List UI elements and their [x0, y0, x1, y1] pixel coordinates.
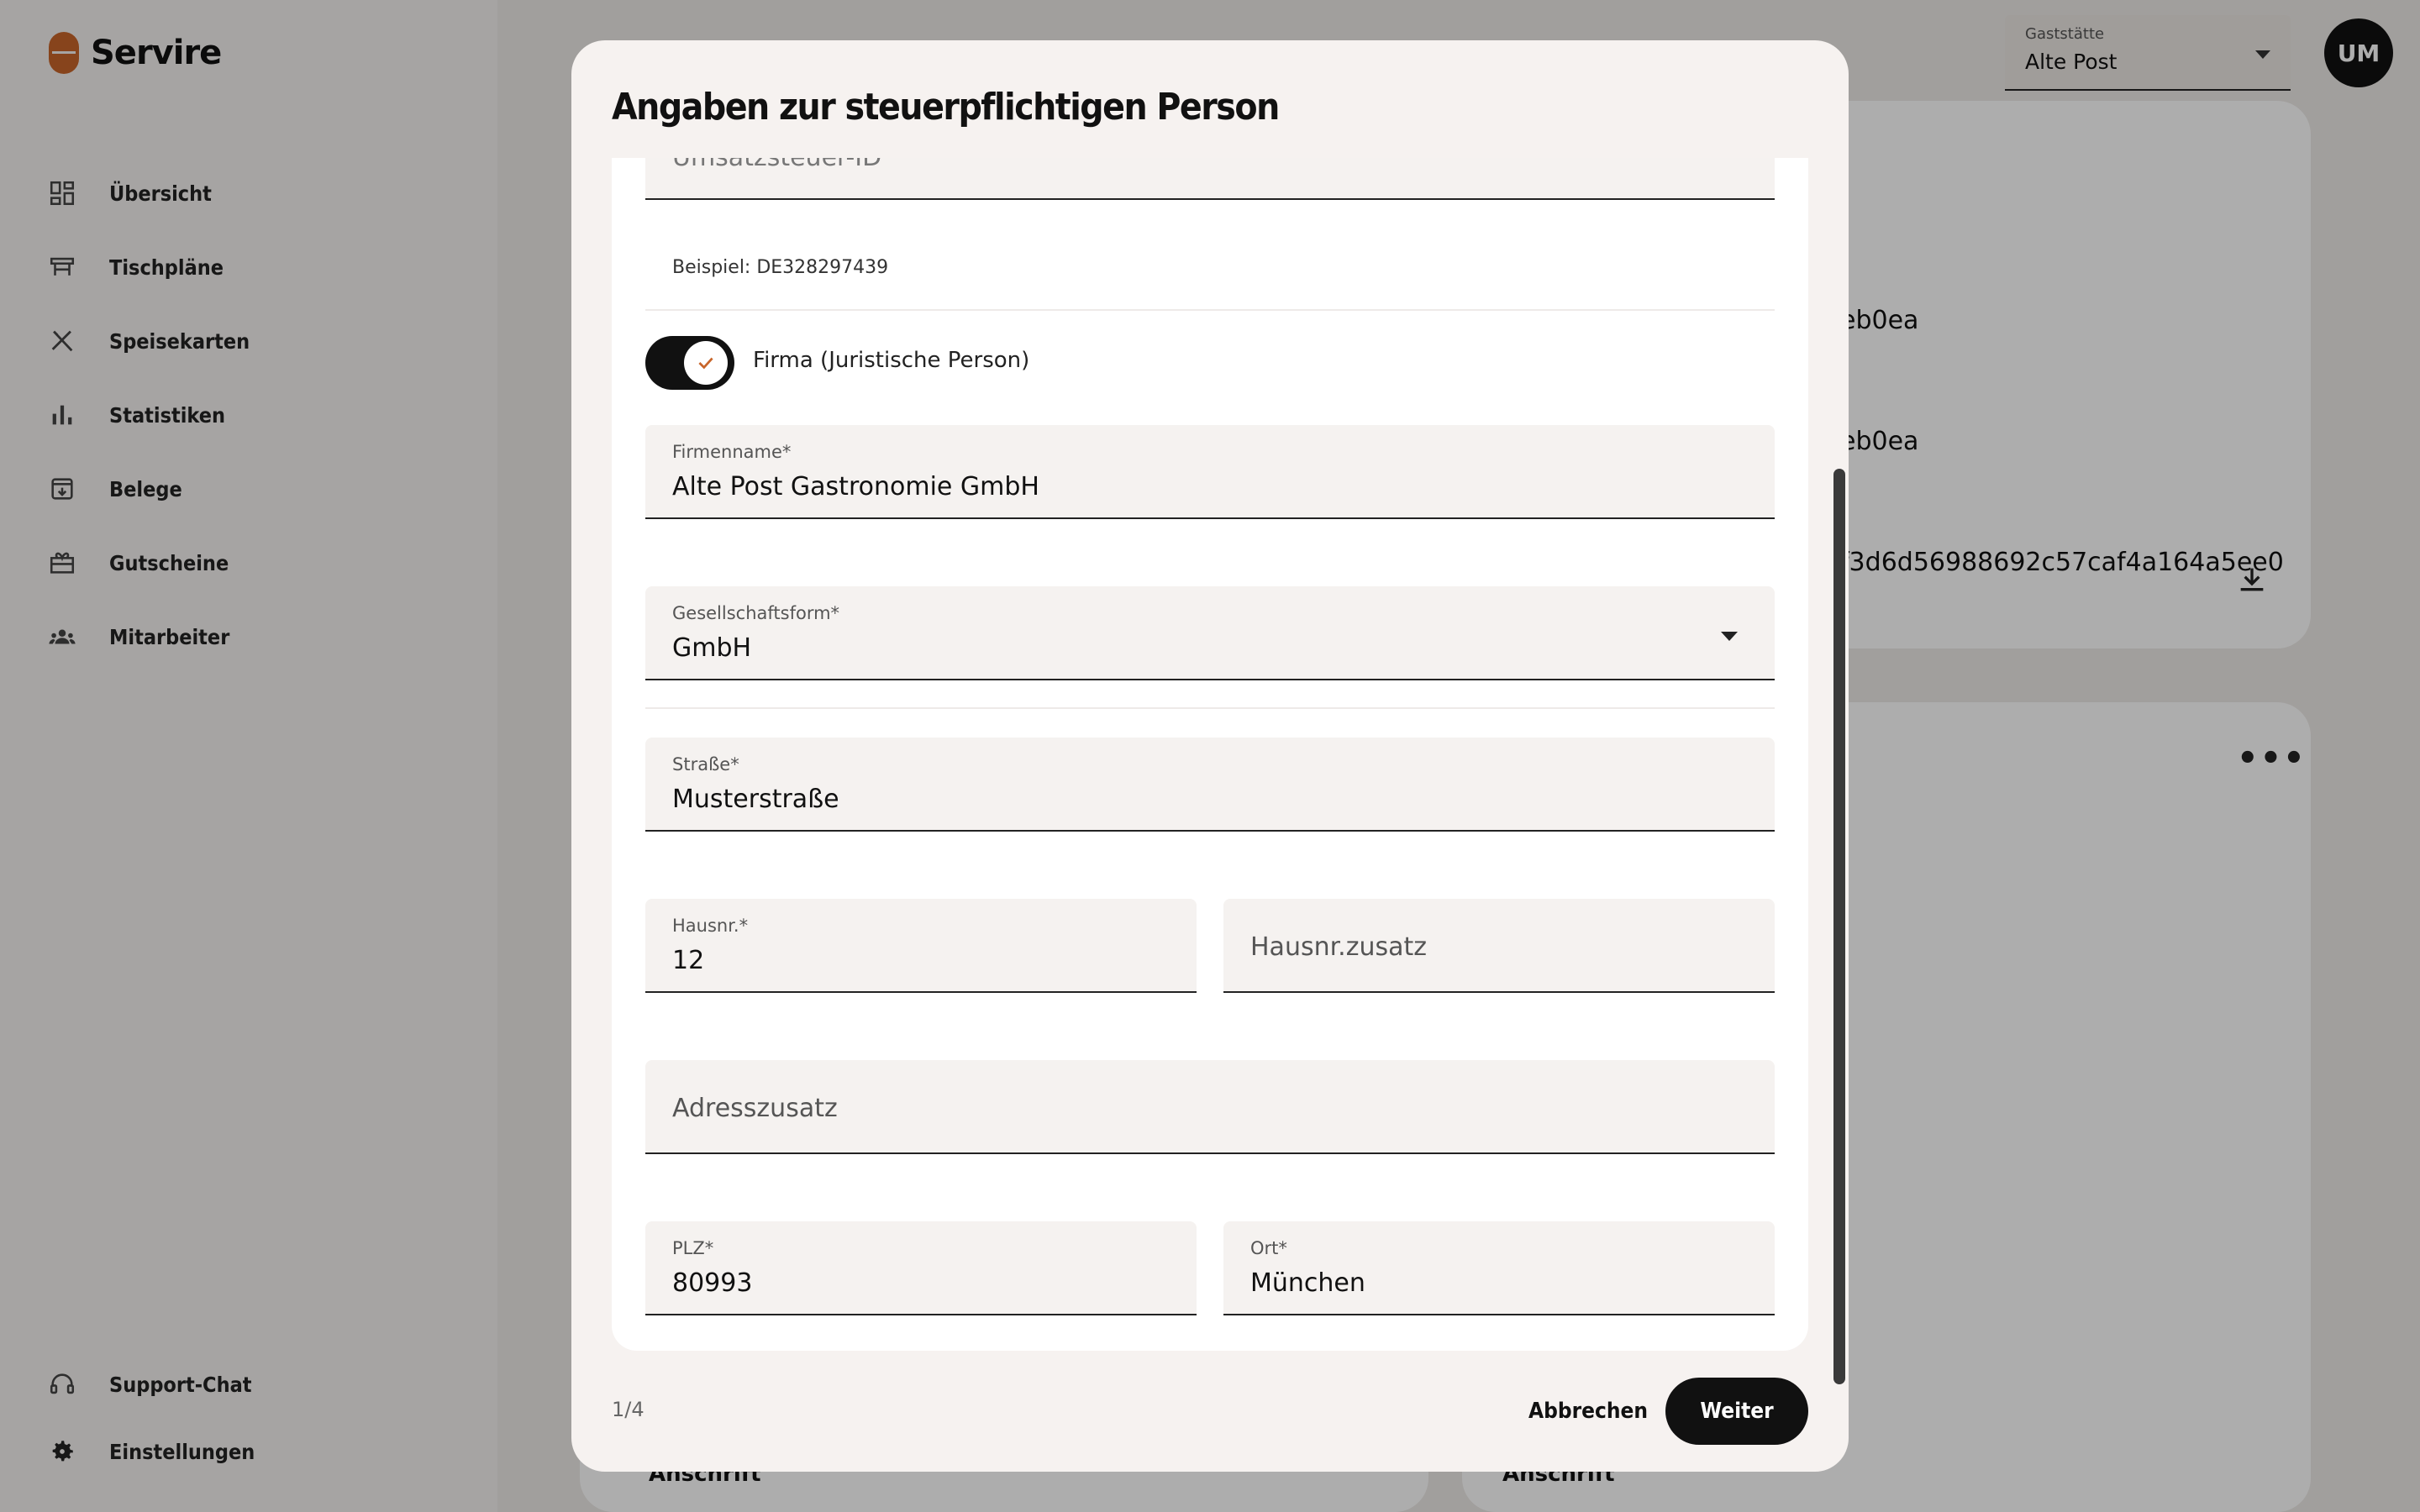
house-number-label: Hausnr.* [672, 916, 749, 936]
company-name-value: Alte Post Gastronomie GmbH [672, 472, 1039, 501]
zip-value: 80993 [672, 1268, 753, 1298]
house-number-field[interactable]: Hausnr.* 12 [645, 899, 1197, 993]
company-toggle-label: Firma (Juristische Person) [753, 348, 1030, 373]
taxpayer-dialog: Angaben zur steuerpflichtigen Person Ums… [571, 40, 1849, 1472]
caret-down-icon [1721, 632, 1738, 641]
vat-id-field[interactable]: Umsatzsteuer-ID [645, 158, 1775, 200]
vat-id-hint: Beispiel: DE328297439 [672, 257, 889, 278]
dialog-scrollbar[interactable] [1833, 469, 1845, 1384]
house-number-suffix-placeholder: Hausnr.zusatz [1250, 932, 1427, 962]
address-extra-placeholder: Adresszusatz [672, 1094, 838, 1123]
street-value: Musterstraße [672, 785, 839, 814]
company-toggle[interactable] [645, 336, 734, 390]
cancel-button[interactable]: Abbrechen [1504, 1378, 1672, 1445]
legal-form-select[interactable]: Gesellschaftsform* GmbH [645, 586, 1775, 680]
vat-id-label: Umsatzsteuer-ID [672, 158, 881, 172]
step-indicator: 1/4 [612, 1398, 644, 1421]
divider [645, 707, 1775, 709]
dialog-title: Angaben zur steuerpflichtigen Person [612, 86, 1280, 129]
dialog-form: Umsatzsteuer-ID Beispiel: DE328297439 Fi… [612, 158, 1808, 1351]
company-name-field[interactable]: Firmenname* Alte Post Gastronomie GmbH [645, 425, 1775, 519]
divider [645, 309, 1775, 311]
legal-form-label: Gesellschaftsform* [672, 603, 840, 623]
house-number-suffix-field[interactable]: Hausnr.zusatz [1223, 899, 1775, 993]
city-label: Ort* [1250, 1238, 1287, 1258]
check-icon [684, 341, 728, 385]
address-extra-field[interactable]: Adresszusatz [645, 1060, 1775, 1154]
city-field[interactable]: Ort* München [1223, 1221, 1775, 1315]
street-field[interactable]: Straße* Musterstraße [645, 738, 1775, 832]
city-value: München [1250, 1268, 1365, 1298]
zip-label: PLZ* [672, 1238, 714, 1258]
zip-field[interactable]: PLZ* 80993 [645, 1221, 1197, 1315]
street-label: Straße* [672, 754, 739, 774]
house-number-value: 12 [672, 946, 705, 975]
legal-form-value: GmbH [672, 633, 752, 663]
company-name-label: Firmenname* [672, 442, 792, 462]
next-button[interactable]: Weiter [1665, 1378, 1808, 1445]
